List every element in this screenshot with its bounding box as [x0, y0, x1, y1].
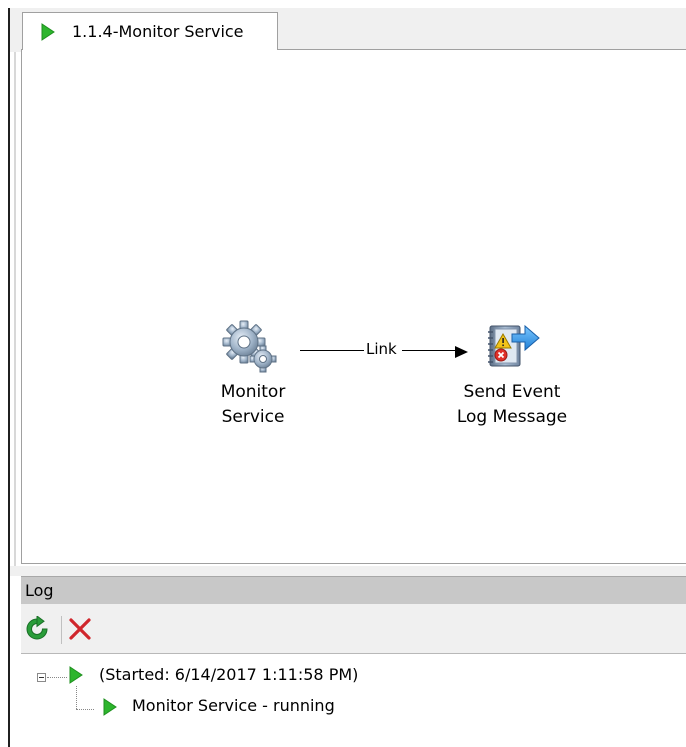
node-label-line2: Log Message [456, 407, 568, 427]
window-left-border [8, 8, 10, 747]
log-entry-started[interactable]: (Started: 6/14/2017 1:11:58 PM) [99, 665, 358, 684]
link-label[interactable]: Link [364, 340, 399, 358]
node-label-line2: Service [221, 407, 285, 427]
tab-monitor-service[interactable]: 1.1.4-Monitor Service [22, 12, 278, 50]
refresh-icon[interactable] [24, 615, 50, 642]
link-line-left [300, 350, 364, 351]
delete-icon[interactable] [67, 616, 93, 642]
canvas-outer-frame [14, 52, 16, 570]
toolbar-separator [61, 616, 62, 644]
play-icon [69, 666, 83, 688]
tree-connector [76, 686, 77, 709]
tab-label: 1.1.4-Monitor Service [72, 22, 244, 41]
tree-connector [47, 677, 67, 678]
workflow-canvas[interactable] [21, 49, 686, 564]
tree-connector [76, 709, 94, 710]
log-toolbar [21, 604, 686, 654]
log-tree: (Started: 6/14/2017 1:11:58 PM) Monitor … [21, 654, 686, 747]
gear-icon [220, 318, 280, 384]
workflow-node-monitor-service[interactable]: Monitor Service [198, 318, 308, 430]
log-panel-header: Log [21, 576, 686, 604]
log-entry-running[interactable]: Monitor Service - running [132, 696, 335, 715]
panel-splitter[interactable] [10, 566, 686, 576]
workflow-node-send-event-log[interactable]: Send Event Log Message [432, 318, 592, 430]
tree-expander-collapse[interactable] [37, 673, 46, 682]
log-header-title: Log [25, 581, 54, 600]
play-icon [41, 23, 55, 45]
event-log-icon [484, 320, 542, 384]
play-icon [103, 698, 117, 720]
